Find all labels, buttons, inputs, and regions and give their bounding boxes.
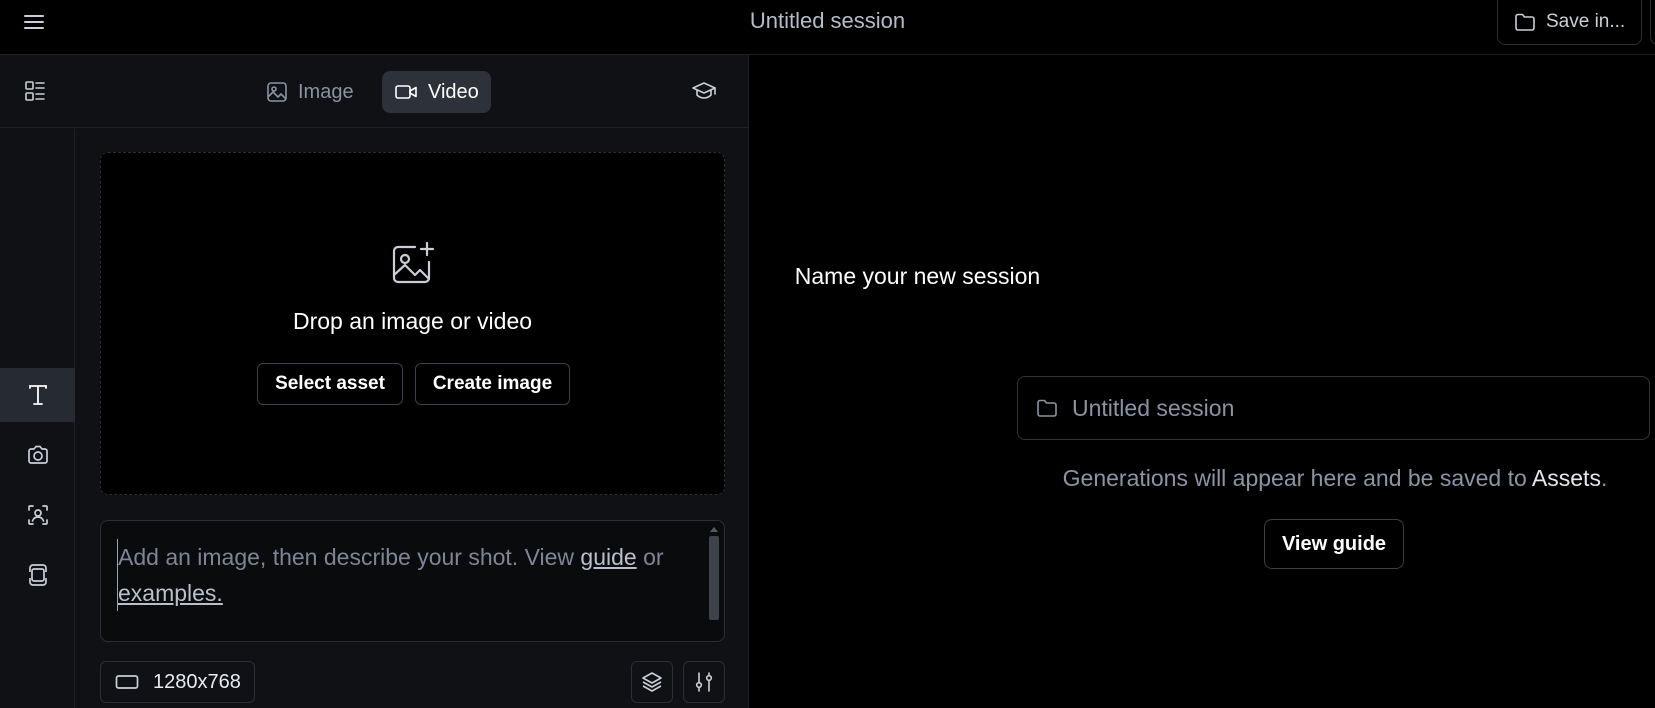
view-guide-button[interactable]: View guide xyxy=(1264,519,1404,569)
media-dropzone[interactable]: Drop an image or video Select asset Crea… xyxy=(100,152,725,495)
generations-note-end: . xyxy=(1600,465,1608,491)
tab-image-label: Image xyxy=(298,80,354,103)
layers-icon[interactable] xyxy=(631,661,673,703)
prompt-textarea[interactable]: Add an image, then describe your shot. V… xyxy=(100,520,725,642)
examples-link[interactable]: examples. xyxy=(118,580,223,606)
generations-note-text: Generations will appear here and be save… xyxy=(1062,465,1532,491)
layout-list-icon[interactable] xyxy=(17,73,53,109)
save-in-label: Save in... xyxy=(1546,11,1626,32)
overflow-button-edge[interactable] xyxy=(1650,0,1655,45)
tool-rail xyxy=(0,129,75,708)
top-bar: Untitled session Save in... xyxy=(0,0,1655,55)
save-in-button[interactable]: Save in... xyxy=(1497,0,1642,45)
session-name-field[interactable] xyxy=(1017,376,1650,440)
tab-video[interactable]: Video xyxy=(382,71,491,113)
scroll-thumb[interactable] xyxy=(709,536,719,620)
prompt-scrollbar[interactable] xyxy=(708,527,720,627)
folder-icon xyxy=(1514,12,1536,32)
resolution-button[interactable]: 1280x768 xyxy=(100,661,255,703)
session-title: Untitled session xyxy=(749,8,906,33)
assets-link[interactable]: Assets xyxy=(1532,465,1601,491)
video-camera-icon xyxy=(394,83,418,101)
image-icon xyxy=(266,81,288,103)
prompt-text-mid: or xyxy=(636,544,664,570)
scroll-up-icon[interactable] xyxy=(710,527,718,532)
sliders-icon[interactable] xyxy=(683,661,725,703)
select-asset-button[interactable]: Select asset xyxy=(257,363,403,405)
generation-panel: Image Video Drop an image or video Selec… xyxy=(0,55,749,708)
camera-icon[interactable] xyxy=(0,428,75,482)
folder-icon xyxy=(1036,398,1058,418)
prompt-placeholder: Add an image, then describe your shot. V… xyxy=(117,539,677,611)
dropzone-title: Drop an image or video xyxy=(292,308,533,334)
prompt-text-start: Add an image, then describe your shot. V… xyxy=(118,544,581,570)
graduation-cap-icon[interactable] xyxy=(686,73,722,109)
tab-video-label: Video xyxy=(428,80,479,103)
frames-icon[interactable] xyxy=(0,548,75,602)
aspect-ratio-icon xyxy=(115,674,139,690)
session-name-heading: Name your new session xyxy=(794,263,1041,289)
resolution-value: 1280x768 xyxy=(153,670,241,693)
character-icon[interactable] xyxy=(0,488,75,542)
tab-image[interactable]: Image xyxy=(254,71,366,113)
generations-note: Generations will appear here and be save… xyxy=(960,465,1655,492)
guide-link[interactable]: guide xyxy=(580,544,636,570)
text-icon[interactable] xyxy=(0,368,75,422)
panel-header: Image Video xyxy=(0,55,749,128)
create-image-button[interactable]: Create image xyxy=(415,363,570,405)
session-name-input[interactable] xyxy=(1072,394,1632,422)
image-plus-icon xyxy=(389,241,437,287)
